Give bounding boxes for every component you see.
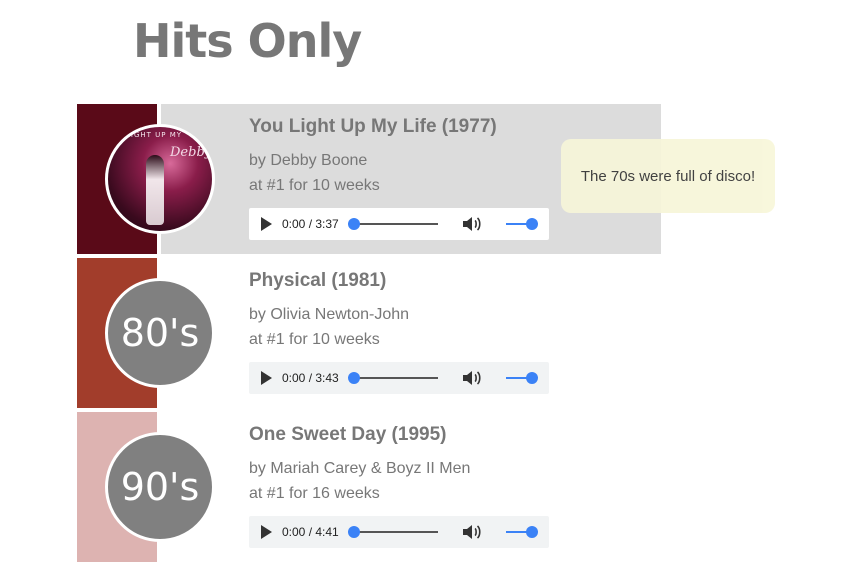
song-item-physical[interactable]: 80's Physical (1981) by Olivia Newton-Jo… [77,258,857,408]
seek-thumb[interactable] [348,526,360,538]
play-icon[interactable] [261,371,272,385]
time-readout: 0:00 / 3:37 [282,217,339,231]
seek-thumb[interactable] [348,372,360,384]
decade-badge: 80's [105,278,215,388]
song-artist: by Debby Boone [249,152,368,169]
volume-thumb[interactable] [526,526,538,538]
seek-slider[interactable] [348,526,438,538]
volume-slider[interactable] [506,372,538,384]
cover-top-text: LIGHT UP MY [126,131,183,139]
song-artist: by Olivia Newton-John [249,306,410,323]
time-readout: 0:00 / 4:41 [282,525,339,539]
song-title: You Light Up My Life (1977) [249,116,497,137]
time-readout: 0:00 / 3:43 [282,371,339,385]
volume-icon[interactable] [462,524,482,540]
volume-thumb[interactable] [526,372,538,384]
song-artist: by Mariah Carey & Boyz II Men [249,460,471,477]
play-icon[interactable] [261,525,272,539]
volume-thumb[interactable] [526,218,538,230]
song-list: LIGHT UP MY Debby You Light Up My Life (… [77,104,857,566]
volume-icon[interactable] [462,370,482,386]
cover-figure [146,155,164,225]
song-info: One Sweet Day (1995) by Mariah Carey & B… [249,424,470,506]
audio-player: 0:00 / 3:43 [249,362,549,394]
album-cover: LIGHT UP MY Debby [105,124,215,234]
audio-player: 0:00 / 4:41 [249,516,549,548]
volume-slider[interactable] [506,218,538,230]
song-info: You Light Up My Life (1977) by Debby Boo… [249,116,497,198]
cover-script-text: Debby [170,145,213,160]
song-chart-run: at #1 for 16 weeks [249,485,380,502]
song-title: One Sweet Day (1995) [249,424,447,445]
page-title: Hits Only [133,14,362,68]
volume-icon[interactable] [462,216,482,232]
volume-slider[interactable] [506,526,538,538]
song-item-you-light-up-my-life[interactable]: LIGHT UP MY Debby You Light Up My Life (… [77,104,857,254]
seek-slider[interactable] [348,372,438,384]
seek-slider[interactable] [348,218,438,230]
decade-badge: 90's [105,432,215,542]
seek-thumb[interactable] [348,218,360,230]
play-icon[interactable] [261,217,272,231]
audio-player: 0:00 / 3:37 [249,208,549,240]
song-chart-run: at #1 for 10 weeks [249,177,380,194]
song-chart-run: at #1 for 10 weeks [249,331,380,348]
song-info: Physical (1981) by Olivia Newton-John at… [249,270,409,352]
song-title: Physical (1981) [249,270,387,291]
decade-tooltip: The 70s were full of disco! [561,139,775,213]
song-item-one-sweet-day[interactable]: 90's One Sweet Day (1995) by Mariah Care… [77,412,857,562]
